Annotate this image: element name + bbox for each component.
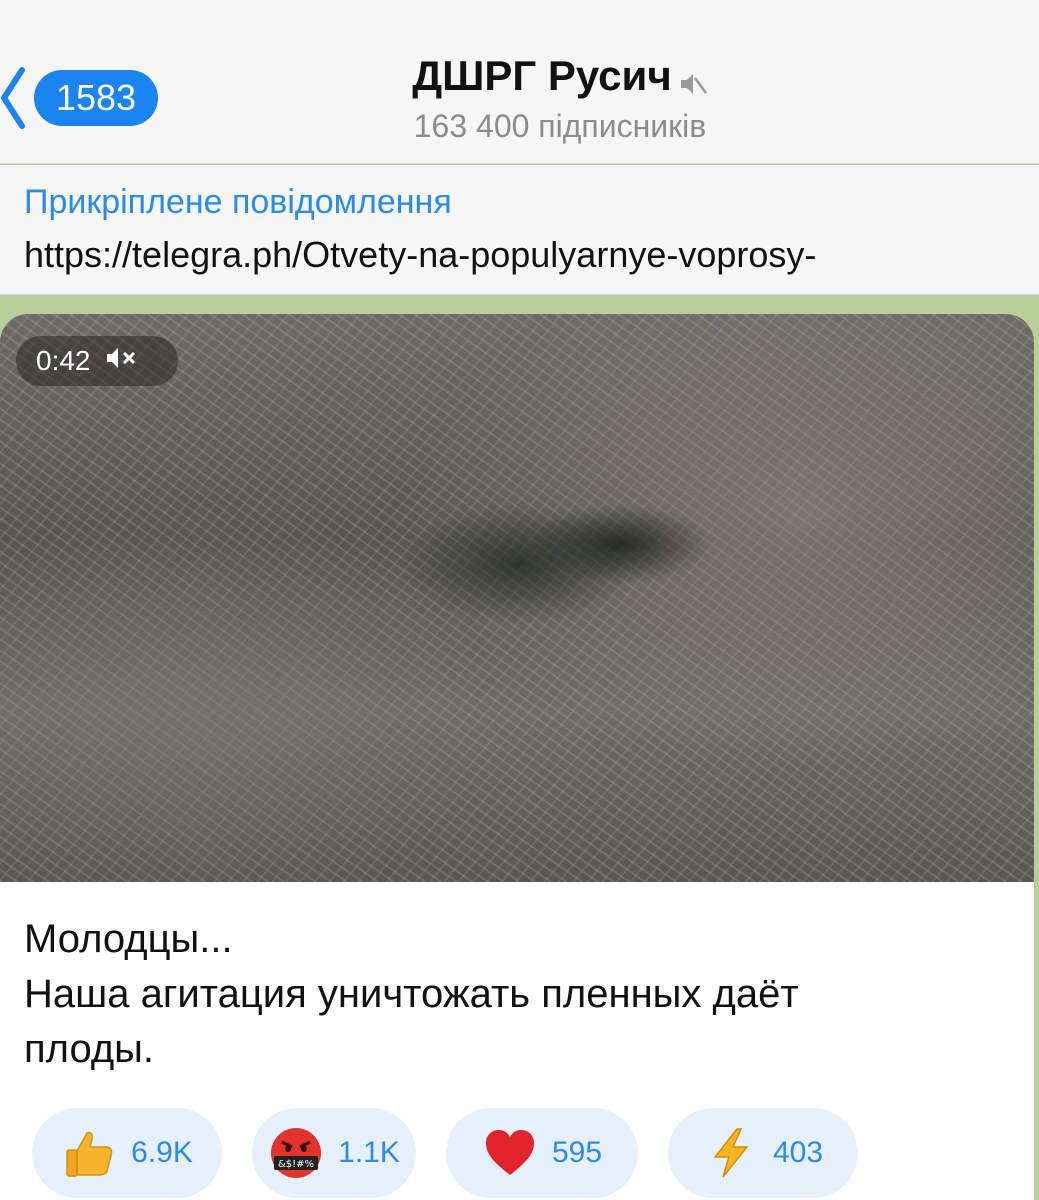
pinned-message-bar[interactable]: Прикріплене повідомлення https://telegra…	[0, 165, 1039, 295]
reaction-high-voltage[interactable]: 403	[668, 1108, 858, 1198]
caption-line: плоды.	[24, 1027, 155, 1071]
pinned-text: https://telegra.ph/Otvety-na-populyarnye…	[24, 234, 817, 275]
muted-speaker-icon	[678, 61, 708, 94]
reactions-row: 6.9K &$!#% 1.1K 595 403	[32, 1108, 858, 1198]
message-caption: Молодцы... Наша агитация уничтожать плен…	[24, 912, 1014, 1077]
swearing-face-icon: &$!#%	[268, 1125, 324, 1181]
unread-count-badge: 1583	[34, 70, 158, 126]
reaction-thumbs-up[interactable]: 6.9K	[32, 1108, 222, 1198]
caption-line: Молодцы...	[24, 917, 233, 961]
back-button[interactable]: 1583	[0, 66, 158, 130]
svg-text:&$!#%: &$!#%	[278, 1159, 314, 1170]
reaction-red-heart[interactable]: 595	[446, 1108, 638, 1198]
high-voltage-icon	[703, 1125, 759, 1181]
reaction-count: 403	[772, 1136, 824, 1169]
channel-title-block[interactable]: ДШРГ Русич 163 400 підписників	[330, 52, 790, 145]
caption-line: Наша агитация уничтожать пленных даёт	[24, 972, 799, 1016]
red-heart-icon	[482, 1125, 538, 1181]
reaction-count: 1.1K	[338, 1136, 400, 1169]
subscriber-count: 163 400 підписників	[413, 108, 707, 144]
channel-name: ДШРГ Русич	[412, 52, 672, 99]
video-thumbnail[interactable]: 0:42	[0, 314, 1034, 882]
message-bubble: 0:42 Молодцы... Наша агитация уничтожать…	[0, 314, 1034, 1200]
pinned-title: Прикріплене повідомлення	[24, 183, 452, 221]
reaction-count: 6.9K	[131, 1136, 193, 1169]
video-duration: 0:42	[36, 345, 91, 376]
muted-speaker-icon	[105, 345, 139, 378]
chevron-left-icon	[0, 66, 30, 130]
chat-header: 1583 ДШРГ Русич 163 400 підписників	[0, 0, 1039, 164]
thumbs-up-icon	[61, 1125, 117, 1181]
video-duration-badge[interactable]: 0:42	[16, 336, 178, 386]
reaction-swearing-face[interactable]: &$!#% 1.1K	[252, 1108, 416, 1198]
reaction-count: 595	[551, 1136, 603, 1169]
